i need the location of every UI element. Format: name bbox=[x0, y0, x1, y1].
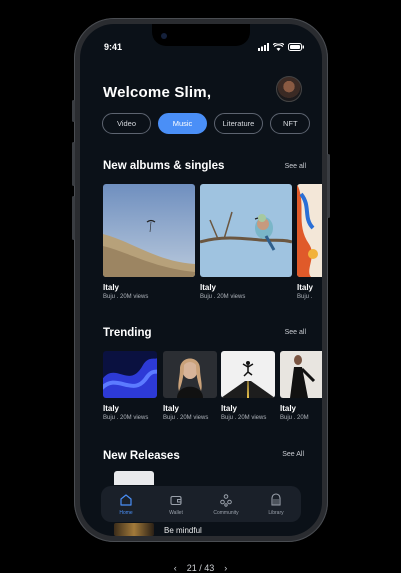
trending-card[interactable]: Italy Buju . 20M views bbox=[163, 351, 217, 421]
tab-wallet-label: Wallet bbox=[169, 509, 183, 516]
album-card[interactable]: Italy Buju . 20M views bbox=[103, 184, 195, 300]
album-subtitle: Buju . 20M views bbox=[200, 294, 246, 300]
albums-section-title: New albums & singles bbox=[103, 160, 225, 172]
album-cover-dunes bbox=[103, 184, 195, 277]
chip-music[interactable]: Music bbox=[158, 113, 207, 134]
release-cover[interactable] bbox=[114, 523, 154, 536]
albums-see-all-link[interactable]: See all bbox=[285, 163, 306, 170]
volume-down-button bbox=[72, 196, 75, 240]
trending-title: Italy bbox=[103, 404, 120, 413]
wallet-icon bbox=[170, 495, 182, 505]
trending-subtitle: Buju . 20M views bbox=[163, 415, 209, 421]
trending-card[interactable]: Italy Buju . 20M views bbox=[221, 351, 275, 421]
trending-cover-waves bbox=[103, 351, 157, 398]
tab-wallet[interactable]: Wallet bbox=[154, 493, 198, 516]
trending-cover-jump bbox=[221, 351, 275, 398]
battery-icon bbox=[288, 43, 304, 51]
power-button bbox=[327, 154, 330, 218]
album-subtitle: Buju . bbox=[297, 294, 313, 300]
tab-home-label: Home bbox=[119, 509, 133, 516]
tab-community[interactable]: Community bbox=[204, 493, 248, 516]
camera-icon bbox=[161, 33, 167, 39]
album-title: Italy bbox=[297, 283, 314, 292]
album-card[interactable]: Italy Buju . bbox=[297, 184, 322, 300]
signal-icon bbox=[258, 43, 269, 51]
album-cover-bird bbox=[200, 184, 292, 277]
phone-frame: 9:41 Welcome Slim, Video Music Literatur… bbox=[72, 18, 330, 542]
trending-subtitle: Buju . 20M views bbox=[103, 415, 149, 421]
album-cover-abstract bbox=[297, 184, 322, 277]
trending-subtitle: Buju . 20M bbox=[280, 415, 309, 421]
album-subtitle: Buju . 20M views bbox=[103, 294, 149, 300]
category-chips: Video Music Literature NFT bbox=[102, 113, 310, 134]
library-icon bbox=[271, 492, 281, 506]
trending-cover-fashion bbox=[280, 351, 322, 398]
trending-subtitle: Buju . 20M views bbox=[221, 415, 267, 421]
status-icons bbox=[258, 43, 304, 51]
bottom-tab-bar: Home Wallet Community Library bbox=[101, 486, 301, 522]
status-time: 9:41 bbox=[104, 42, 123, 52]
home-icon bbox=[120, 493, 132, 506]
volume-up-button bbox=[72, 142, 75, 186]
trending-card[interactable]: Italy Buju . 20M bbox=[280, 351, 322, 421]
tab-library[interactable]: Library bbox=[254, 492, 298, 516]
wifi-icon bbox=[273, 43, 284, 51]
chip-literature[interactable]: Literature bbox=[214, 113, 263, 134]
trending-title: Italy bbox=[163, 404, 180, 413]
notch bbox=[152, 24, 250, 46]
album-title: Italy bbox=[103, 283, 120, 292]
mute-switch bbox=[72, 100, 75, 122]
album-title: Italy bbox=[200, 283, 217, 292]
trending-see-all-link[interactable]: See all bbox=[285, 329, 306, 336]
chip-nft[interactable]: NFT bbox=[270, 113, 310, 134]
tab-home[interactable]: Home bbox=[104, 493, 148, 516]
tab-library-label: Library bbox=[268, 509, 284, 516]
tab-community-label: Community bbox=[213, 509, 239, 516]
trending-card[interactable]: Italy Buju . 20M views bbox=[103, 351, 157, 421]
trending-title: Italy bbox=[221, 404, 238, 413]
trending-cover-portrait bbox=[163, 351, 217, 398]
releases-see-all-link[interactable]: See All bbox=[282, 451, 304, 458]
album-card[interactable]: Italy Buju . 20M views bbox=[200, 184, 292, 300]
trending-title: Italy bbox=[280, 404, 297, 413]
community-icon bbox=[220, 493, 232, 507]
trending-section-title: Trending bbox=[103, 327, 152, 339]
stage: 9:41 Welcome Slim, Video Music Literatur… bbox=[0, 0, 401, 573]
pager-count: 21 / 43 bbox=[186, 563, 215, 573]
releases-section-title: New Releases bbox=[103, 450, 180, 462]
app-screen: 9:41 Welcome Slim, Video Music Literatur… bbox=[80, 24, 322, 536]
pager: ‹ 21 / 43 › bbox=[0, 563, 401, 573]
avatar[interactable] bbox=[276, 76, 302, 102]
pager-prev-button[interactable]: ‹ bbox=[174, 563, 177, 573]
release-title[interactable]: Be mindful bbox=[164, 526, 202, 535]
welcome-heading: Welcome Slim, bbox=[103, 84, 212, 101]
release-cover[interactable] bbox=[114, 471, 154, 485]
chip-video[interactable]: Video bbox=[102, 113, 151, 134]
pager-next-button[interactable]: › bbox=[224, 563, 227, 573]
